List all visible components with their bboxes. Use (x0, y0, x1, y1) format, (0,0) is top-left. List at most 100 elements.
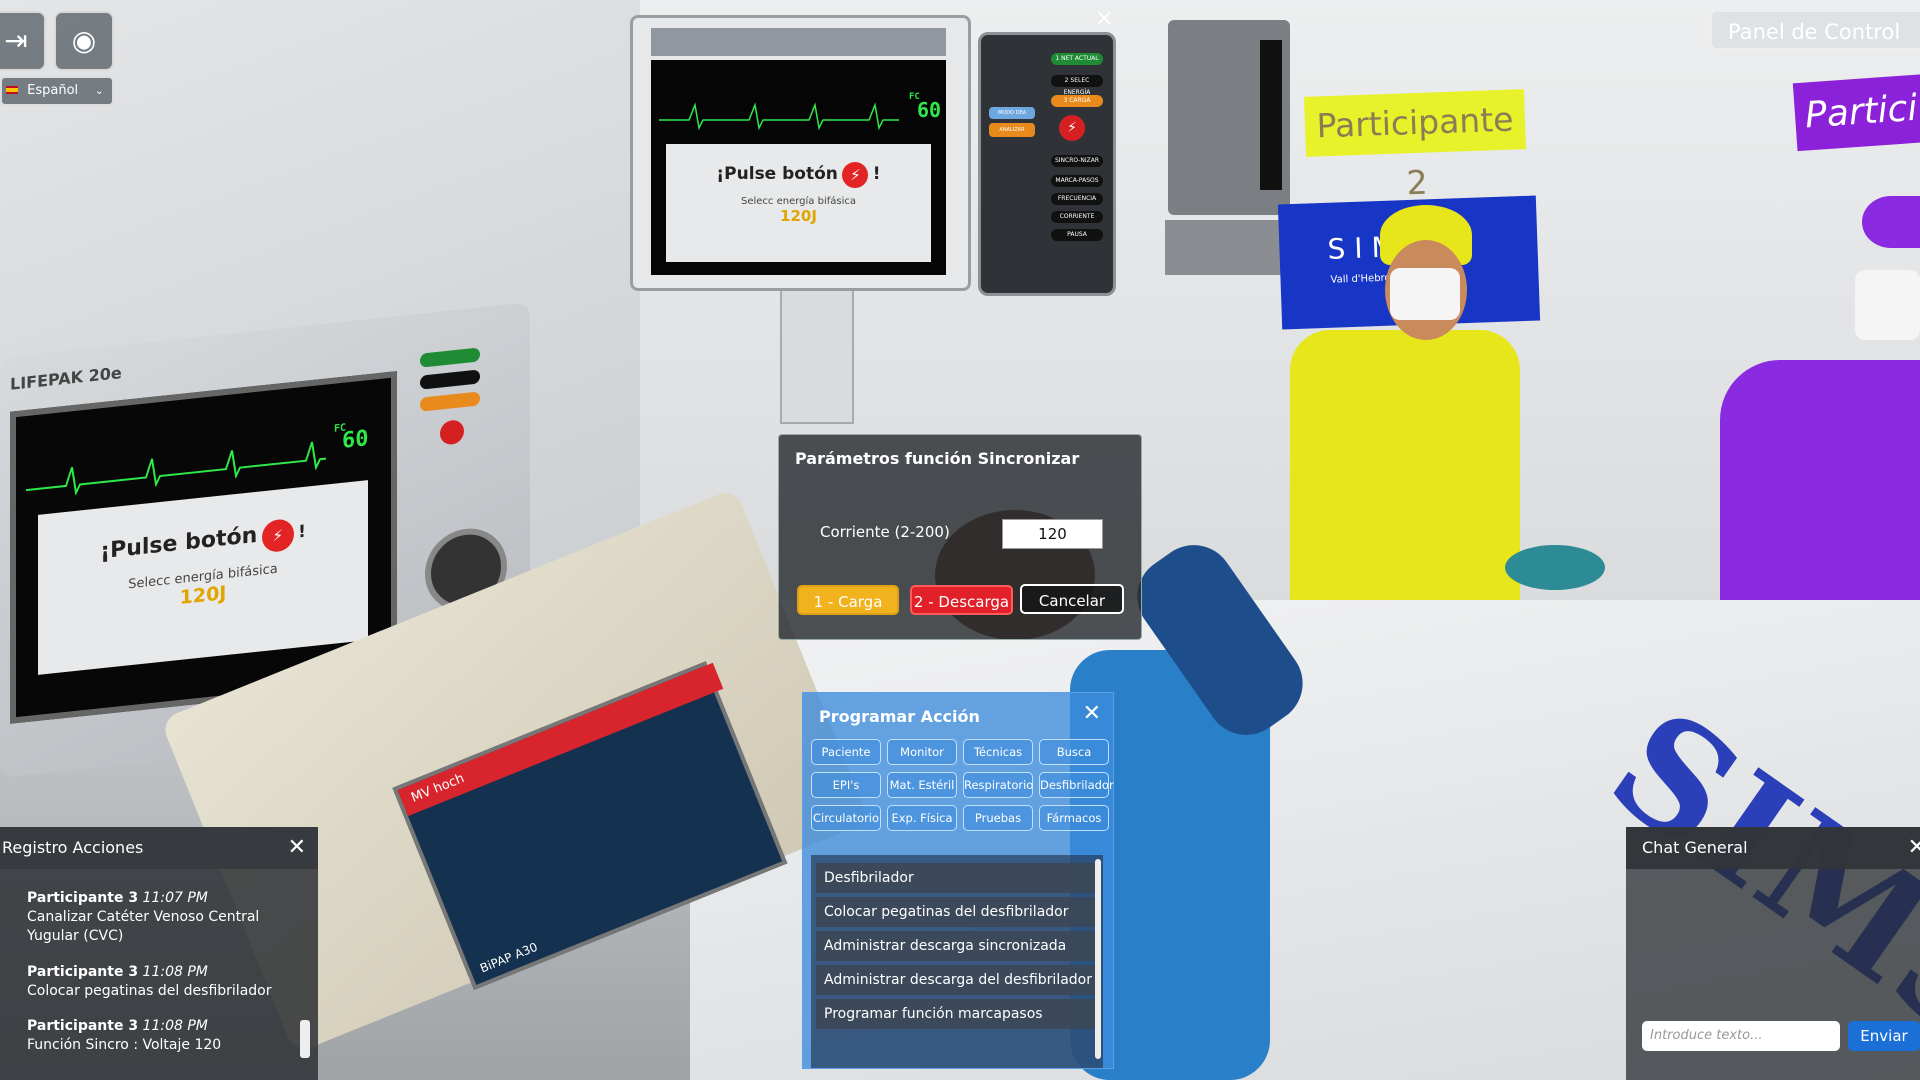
tab-farmacos[interactable]: Fármacos (1039, 805, 1109, 831)
defib-control-panel: 1 NET ACTUAL 2 SELEC ENERGÍA 3 CARGA ⚡ S… (978, 32, 1116, 296)
spain-flag-icon (6, 86, 18, 94)
lp-button (420, 347, 480, 368)
log-time: 11:08 PM (142, 1018, 208, 1034)
log-author: Participante 3 (27, 1018, 139, 1034)
log-time: 11:07 PM (142, 890, 208, 906)
tab-busca[interactable]: Busca (1039, 739, 1109, 765)
tab-exp-fisica[interactable]: Exp. Física (887, 805, 957, 831)
sync-parameters-dialog: Parámetros función Sincronizar Corriente… (778, 434, 1142, 640)
lifepak-message-text: ¡Pulse botón (100, 522, 258, 565)
lifepak-message-exclaim: ! (298, 521, 306, 543)
message-exclaim: ! (872, 164, 881, 184)
energy-value: 120J (780, 207, 817, 225)
exit-door-icon[interactable]: ⇥ (0, 11, 46, 71)
wall-defibrillator-monitor: FC 60 ¡Pulse botón ⚡ ! Selecc energía bi… (630, 15, 971, 291)
monitor-screen: FC 60 ¡Pulse botón ⚡ ! Selecc energía bi… (651, 60, 946, 275)
log-entry: Participante 3 11:08 PM Función Sincro :… (27, 1017, 287, 1055)
wall-cabinet (1165, 220, 1283, 275)
send-button[interactable]: Enviar (1848, 1021, 1920, 1051)
tab-tecnicas[interactable]: Técnicas (963, 739, 1033, 765)
webcam-icon[interactable]: ◉ (54, 11, 114, 71)
log-text: Función Sincro : Voltaje 120 (27, 1037, 222, 1053)
tab-paciente[interactable]: Paciente (811, 739, 881, 765)
ecg-trace (659, 102, 899, 130)
monitor-message-card: ¡Pulse botón ⚡ ! Selecc energía bifásica… (666, 144, 931, 262)
program-action-panel: Programar Acción ✕ Paciente Monitor Técn… (802, 692, 1114, 1069)
analyze-button: ANALIZAR (989, 123, 1035, 137)
lifepak-message-card: ¡Pulse botón ⚡ ! Selecc energía bifásica… (38, 480, 368, 675)
close-icon[interactable]: ✕ (1908, 827, 1920, 869)
close-icon[interactable]: ✕ (1083, 701, 1101, 726)
log-entry: Participante 3 11:07 PM Canalizar Catéte… (27, 889, 287, 946)
action-log-title: Registro Acciones (0, 827, 318, 869)
list-item[interactable]: Colocar pegatinas del desfibrilador (816, 897, 1096, 927)
message-line: ¡Pulse botón ⚡ ! (666, 162, 931, 188)
cp-button-4: SINCRO-NIZAR (1051, 155, 1103, 167)
action-list-scrollbar[interactable] (1095, 859, 1101, 1059)
cp-button-7: CORRIENTE (1051, 211, 1103, 223)
list-item[interactable]: Programar función marcapasos (816, 999, 1096, 1029)
log-entry: Participante 3 11:08 PM Colocar pegatina… (27, 963, 297, 1001)
tab-epis[interactable]: EPI's (811, 772, 881, 798)
energy-subtitle: Selecc energía bifásica (740, 196, 856, 207)
charge-button[interactable]: 1 - Carga (797, 585, 899, 615)
lifepak-label: LIFEPAK 20e (10, 363, 122, 394)
tab-pruebas[interactable]: Pruebas (963, 805, 1033, 831)
cp-button-1: 1 NET ACTUAL (1051, 53, 1103, 65)
log-author: Participante 3 (27, 964, 139, 980)
tab-mat-esteril[interactable]: Mat. Estéril (887, 772, 957, 798)
list-item[interactable]: Administrar descarga sincronizada (816, 931, 1096, 961)
cp-button-2: 2 SELEC ENERGÍA (1051, 75, 1103, 96)
shock-button-icon: ⚡ (1059, 115, 1085, 141)
cp-button-5: MARCA-PASOS (1051, 175, 1103, 187)
close-icon[interactable]: ✕ (288, 827, 306, 869)
chat-panel: Chat General ✕ Introduce texto... Enviar (1626, 827, 1920, 1080)
panel-control-dropdown[interactable]: Panel de Control ⌄ (1710, 10, 1920, 50)
lifepak-fc-value: 60 (342, 426, 369, 454)
monitor-topbar (651, 28, 946, 56)
ceiling-pendant (780, 280, 854, 424)
message-text: ¡Pulse botón (716, 164, 838, 184)
action-log-scrollbar[interactable] (300, 1020, 310, 1058)
list-item[interactable]: Administrar descarga del desfibrilador (816, 965, 1096, 995)
tab-desfibrilador[interactable]: Desfibrilador (1039, 772, 1114, 798)
nurse-purple-mask (1855, 270, 1920, 340)
fc-value: 60 (917, 98, 942, 122)
current-input[interactable] (1002, 519, 1103, 549)
lifepak-lightning-icon: ⚡ (261, 517, 294, 554)
tab-monitor[interactable]: Monitor (887, 739, 957, 765)
chat-title: Chat General (1626, 827, 1920, 869)
log-author: Participante 3 (27, 890, 139, 906)
lp-button (420, 369, 480, 390)
lightning-bolt-icon: ⚡ (842, 162, 869, 188)
log-text: Colocar pegatinas del desfibrilador (27, 983, 272, 999)
nurse-purple-cap (1862, 196, 1920, 248)
dialog-title: Parámetros función Sincronizar (795, 449, 1080, 468)
ventilator-mode: MV hoch (397, 662, 724, 817)
close-icon[interactable]: × (1095, 6, 1113, 31)
participant-3-sign: Partici (1792, 72, 1920, 152)
aed-mode-label: MODO DEA (989, 107, 1035, 119)
discharge-button[interactable]: 2 - Descarga (910, 585, 1013, 615)
wall-vital-monitor (1168, 20, 1290, 215)
stool (1505, 545, 1605, 590)
lp-button (420, 391, 480, 412)
chat-input[interactable]: Introduce texto... (1642, 1021, 1840, 1051)
cancel-button[interactable]: Cancelar (1020, 584, 1124, 614)
log-time: 11:08 PM (142, 964, 208, 980)
cp-button-8: PAUSA (1051, 229, 1103, 241)
list-item[interactable]: Desfibrilador (816, 863, 1096, 893)
cp-button-3: 3 CARGA (1051, 95, 1103, 107)
lp-shock-button (440, 419, 464, 446)
nurse-yellow-mask (1390, 268, 1460, 320)
log-text: Canalizar Catéter Venoso Central Yugular… (27, 909, 260, 944)
tab-respiratorio[interactable]: Respiratorio (963, 772, 1033, 798)
language-select[interactable]: Español ⌄ (0, 76, 114, 106)
action-log-panel: Registro Acciones ✕ Participante 3 11:07… (0, 827, 318, 1080)
program-panel-title: Programar Acción (819, 707, 980, 726)
participant-2-sign: Participante 2 (1304, 89, 1526, 202)
action-list: Desfibrilador Colocar pegatinas del desf… (811, 855, 1103, 1068)
language-label: Español (27, 83, 79, 98)
tab-circulatorio[interactable]: Circulatorio (811, 805, 881, 831)
current-field-label: Corriente (2-200) (820, 523, 950, 541)
